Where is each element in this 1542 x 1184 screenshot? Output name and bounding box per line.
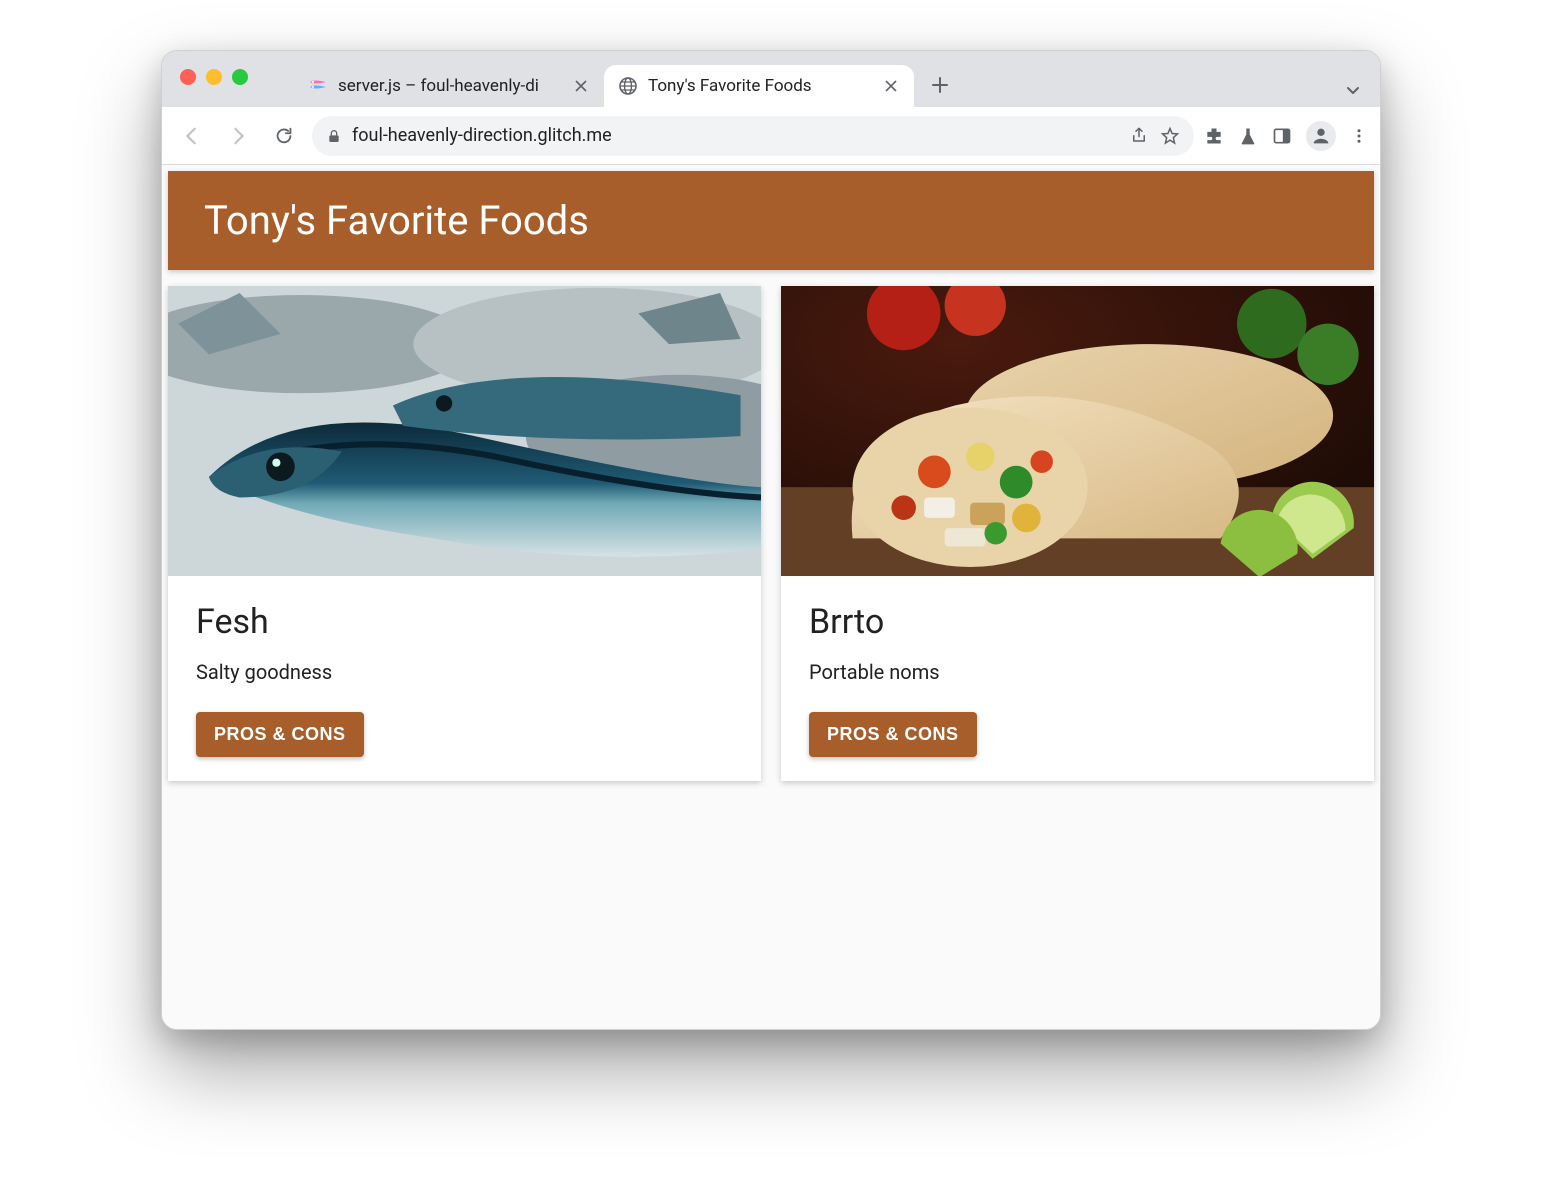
close-tab-icon[interactable] (572, 77, 590, 95)
glitch-icon (308, 76, 328, 96)
reload-button[interactable] (266, 118, 302, 154)
share-icon[interactable] (1130, 126, 1148, 146)
minimize-window-button[interactable] (206, 69, 222, 85)
tab-title: Tony's Favorite Foods (648, 76, 872, 96)
card-description: Portable noms (809, 660, 1346, 684)
close-window-button[interactable] (180, 69, 196, 85)
card-body: Fesh Salty goodness PROS & CONS (168, 576, 761, 781)
lock-icon (326, 128, 342, 144)
extensions-icon[interactable] (1204, 126, 1224, 146)
card-fesh: Fesh Salty goodness PROS & CONS (168, 286, 761, 781)
browser-window: server.js – foul-heavenly-di Tony's Favo… (161, 50, 1381, 1030)
menu-icon[interactable] (1350, 127, 1368, 145)
card-image-burrito (781, 286, 1374, 576)
bookmark-icon[interactable] (1160, 126, 1180, 146)
side-panel-icon[interactable] (1272, 126, 1292, 146)
omnibox-actions (1130, 126, 1180, 146)
card-brrto: Brrto Portable noms PROS & CONS (781, 286, 1374, 781)
cards-row: Fesh Salty goodness PROS & CONS (162, 276, 1380, 791)
tab-glitch-editor[interactable]: server.js – foul-heavenly-di (294, 65, 604, 107)
address-bar[interactable]: foul-heavenly-direction.glitch.me (312, 116, 1194, 156)
new-tab-button[interactable] (922, 67, 958, 103)
card-body: Brrto Portable noms PROS & CONS (781, 576, 1374, 781)
tab-overflow[interactable] (1344, 81, 1368, 107)
maximize-window-button[interactable] (232, 69, 248, 85)
tab-strip: server.js – foul-heavenly-di Tony's Favo… (162, 51, 1380, 107)
page-title: Tony's Favorite Foods (168, 171, 1374, 270)
toolbar-right (1204, 121, 1368, 151)
card-image-fish (168, 286, 761, 576)
tab-title: server.js – foul-heavenly-di (338, 76, 562, 96)
tab-tonys-foods[interactable]: Tony's Favorite Foods (604, 65, 914, 107)
toolbar: foul-heavenly-direction.glitch.me (162, 107, 1380, 165)
globe-icon (618, 76, 638, 96)
card-title: Fesh (196, 602, 733, 642)
labs-icon[interactable] (1238, 126, 1258, 146)
pros-cons-button[interactable]: PROS & CONS (196, 712, 364, 757)
pros-cons-button[interactable]: PROS & CONS (809, 712, 977, 757)
profile-avatar[interactable] (1306, 121, 1336, 151)
back-button[interactable] (174, 118, 210, 154)
page-viewport: Tony's Favorite Foods (162, 165, 1380, 1029)
tabs: server.js – foul-heavenly-di Tony's Favo… (294, 51, 958, 107)
url-text: foul-heavenly-direction.glitch.me (352, 125, 1120, 146)
close-tab-icon[interactable] (882, 77, 900, 95)
forward-button[interactable] (220, 118, 256, 154)
card-description: Salty goodness (196, 660, 733, 684)
card-title: Brrto (809, 602, 1346, 642)
window-controls (180, 69, 248, 85)
